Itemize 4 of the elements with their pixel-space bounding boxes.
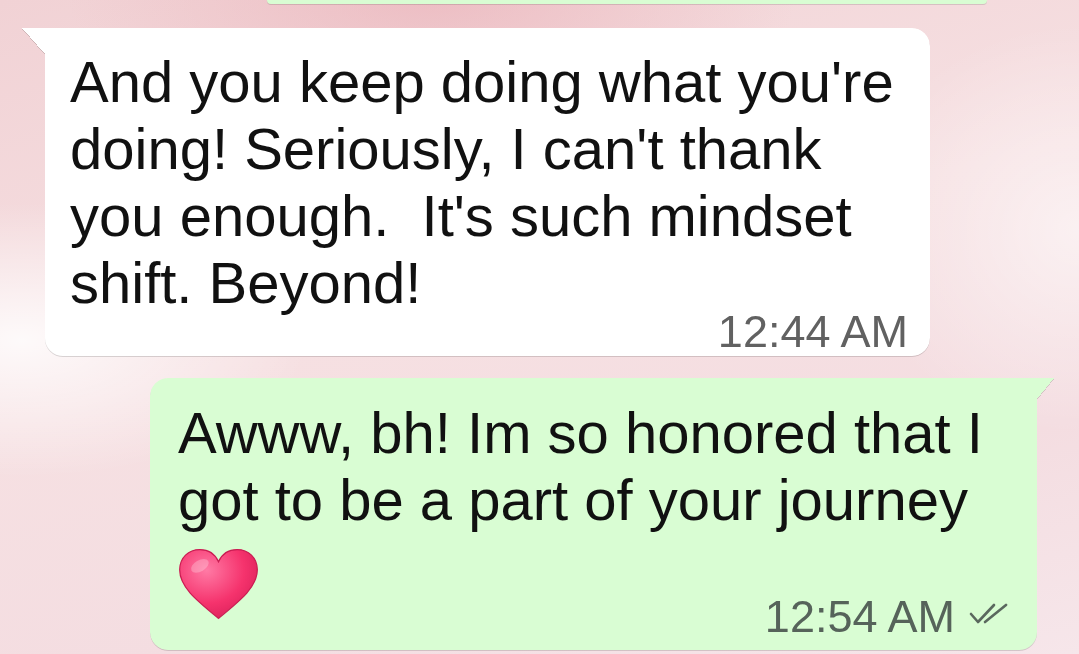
message-time: 12:44 AM — [717, 316, 908, 347]
message-text: And you keep doing what you're doing! Seriously, I can't thank you enough. It's such mindset shift. Beyond! — [70, 48, 895, 316]
message-text: Awww, bh! Im so honored that I got to be a part of your journey — [178, 398, 984, 533]
message-time: 12:54 AM — [764, 600, 955, 632]
